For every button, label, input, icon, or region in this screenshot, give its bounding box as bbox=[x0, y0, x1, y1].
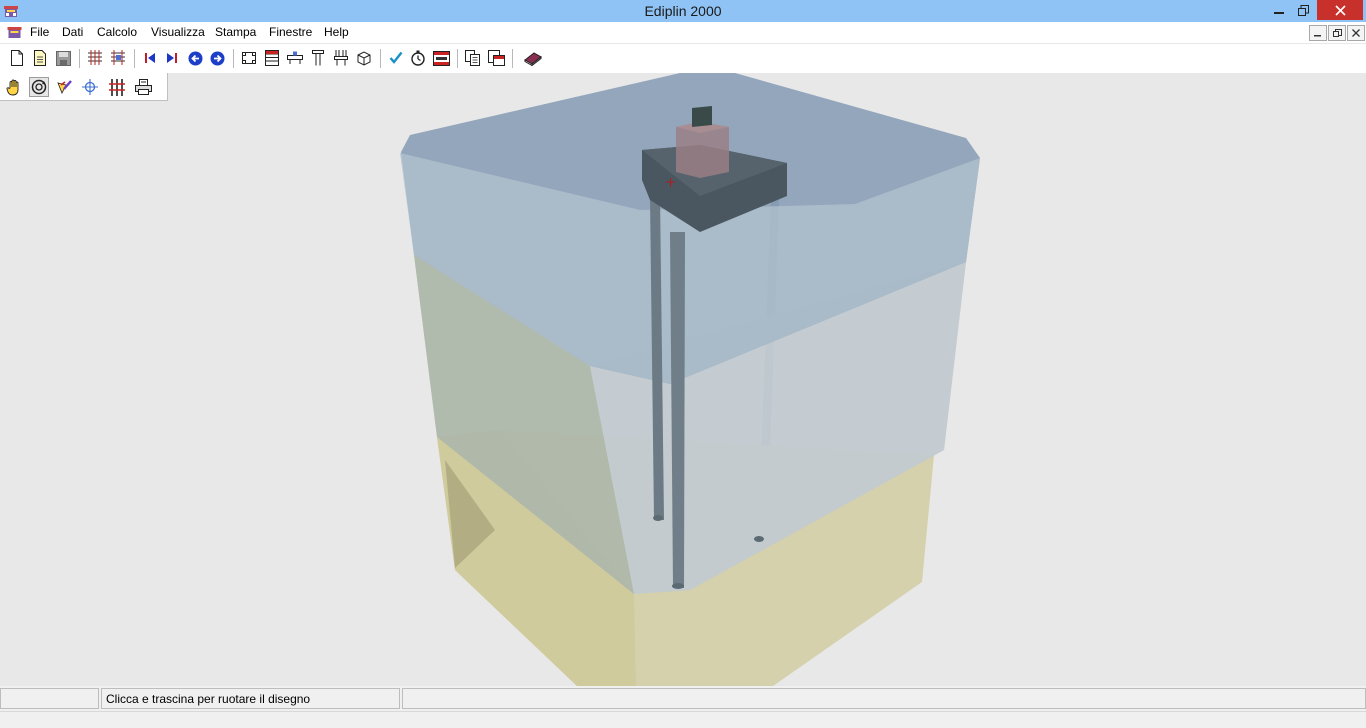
save-button[interactable] bbox=[53, 48, 73, 68]
minimize-icon bbox=[1314, 35, 1321, 37]
menu-help[interactable]: Help bbox=[324, 25, 349, 39]
copy-icon bbox=[465, 50, 480, 66]
columns-button[interactable] bbox=[107, 77, 127, 97]
cap-button[interactable] bbox=[285, 48, 305, 68]
drawing-canvas[interactable] bbox=[0, 73, 1366, 686]
previous-icon bbox=[188, 51, 202, 65]
title-bar: Ediplin 2000 bbox=[0, 0, 1366, 22]
pile-button[interactable] bbox=[308, 48, 328, 68]
status-pane-3 bbox=[402, 688, 1366, 709]
restore-icon bbox=[1332, 28, 1342, 37]
layers-edit-icon bbox=[111, 50, 125, 65]
menu-dati[interactable]: Dati bbox=[62, 25, 83, 39]
section-button[interactable] bbox=[331, 48, 351, 68]
print-button[interactable] bbox=[133, 77, 153, 97]
close-icon bbox=[1352, 29, 1360, 37]
toolbar-separator bbox=[79, 49, 80, 68]
paint-icon bbox=[56, 80, 72, 94]
timer-icon bbox=[411, 50, 425, 66]
close-button[interactable] bbox=[1317, 0, 1363, 20]
menu-finestre[interactable]: Finestre bbox=[269, 25, 312, 39]
book-icon bbox=[524, 51, 542, 66]
minimize-button[interactable] bbox=[1265, 0, 1292, 20]
window-title: Ediplin 2000 bbox=[644, 3, 722, 19]
pan-button[interactable] bbox=[4, 77, 24, 97]
table-button[interactable] bbox=[262, 48, 282, 68]
print-preview-button[interactable] bbox=[486, 48, 506, 68]
frame-icon bbox=[242, 52, 256, 64]
status-message: Clicca e trascina per ruotare il disegno bbox=[101, 688, 400, 709]
restore-button[interactable] bbox=[1290, 0, 1317, 20]
cube-icon bbox=[357, 51, 371, 66]
first-record-icon bbox=[145, 53, 155, 63]
menu-visualizza[interactable]: Visualizza bbox=[151, 25, 205, 39]
save-icon bbox=[55, 50, 71, 66]
results-button[interactable] bbox=[431, 48, 451, 68]
mdi-minimize-button[interactable] bbox=[1309, 25, 1327, 41]
toolbar-separator bbox=[134, 49, 135, 68]
check-icon bbox=[389, 51, 403, 64]
document-icon[interactable] bbox=[6, 24, 23, 40]
columns-icon bbox=[108, 78, 125, 96]
previous-button[interactable] bbox=[185, 48, 205, 68]
restore-icon bbox=[1298, 4, 1309, 16]
check-button[interactable] bbox=[386, 48, 406, 68]
paint-button[interactable] bbox=[54, 77, 74, 97]
first-record-button[interactable] bbox=[140, 48, 160, 68]
copy-button[interactable] bbox=[463, 48, 483, 68]
center-button[interactable] bbox=[80, 77, 100, 97]
menu-file[interactable]: File bbox=[30, 25, 49, 39]
toolbar-separator bbox=[233, 49, 234, 68]
mdi-restore-button[interactable] bbox=[1328, 25, 1346, 41]
open-file-icon bbox=[34, 50, 46, 66]
new-file-icon bbox=[11, 50, 23, 66]
status-bar-lower bbox=[0, 711, 1366, 728]
last-record-icon bbox=[167, 53, 177, 63]
pile-left-tip bbox=[653, 515, 663, 521]
section-icon bbox=[334, 50, 348, 66]
menu-bar: File Dati Calcolo Visualizza Stampa Fine… bbox=[0, 22, 1366, 43]
cap-icon bbox=[287, 51, 303, 64]
minimize-icon bbox=[1273, 12, 1284, 14]
toolbar-separator bbox=[512, 49, 513, 68]
status-bar: Clicca e trascina per ruotare il disegno bbox=[0, 686, 1366, 728]
close-icon bbox=[1334, 4, 1346, 16]
next-button[interactable] bbox=[207, 48, 227, 68]
layers-edit-button[interactable] bbox=[108, 48, 128, 68]
toolbar-separator bbox=[457, 49, 458, 68]
new-file-button[interactable] bbox=[7, 48, 27, 68]
frame-button[interactable] bbox=[239, 48, 259, 68]
layers-button[interactable] bbox=[85, 48, 105, 68]
rotate-icon bbox=[31, 79, 47, 95]
printer-icon bbox=[134, 79, 152, 95]
cube-button[interactable] bbox=[354, 48, 374, 68]
table-icon bbox=[265, 50, 279, 66]
mdi-close-button[interactable] bbox=[1347, 25, 1365, 41]
results-icon bbox=[432, 50, 450, 66]
layers-icon bbox=[88, 50, 102, 65]
view-toolbar bbox=[0, 73, 168, 101]
open-file-button[interactable] bbox=[30, 48, 50, 68]
pile-front-tip bbox=[672, 583, 684, 589]
menu-stampa[interactable]: Stampa bbox=[215, 25, 256, 39]
center-icon bbox=[82, 79, 98, 95]
pile-foundation-3d-view[interactable] bbox=[0, 73, 1366, 686]
menu-calcolo[interactable]: Calcolo bbox=[97, 25, 137, 39]
timer-button[interactable] bbox=[408, 48, 428, 68]
next-icon bbox=[210, 51, 224, 65]
pile-back-tip bbox=[754, 536, 764, 542]
toolbar-separator bbox=[380, 49, 381, 68]
rotate-button[interactable] bbox=[29, 77, 49, 97]
pile-icon bbox=[312, 50, 324, 66]
print-preview-icon bbox=[487, 50, 505, 66]
manual-button[interactable] bbox=[523, 48, 543, 68]
hand-pan-icon bbox=[6, 79, 19, 95]
status-pane-1 bbox=[0, 688, 99, 709]
main-toolbar bbox=[0, 44, 1366, 73]
column-head bbox=[692, 106, 712, 127]
last-record-button[interactable] bbox=[162, 48, 182, 68]
